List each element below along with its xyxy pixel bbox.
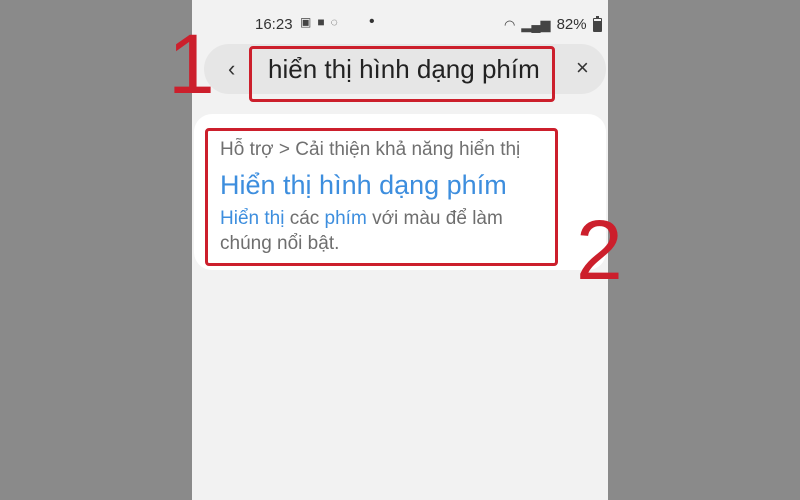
status-dot: • [369, 13, 375, 30]
annotation-box-search [249, 46, 555, 102]
image-icon: ▣ [300, 15, 312, 29]
battery-percent: 82% [556, 16, 587, 33]
back-icon[interactable]: ‹ [228, 56, 235, 82]
signal-icon: ▂▄▆ [521, 16, 551, 32]
status-bar: 16:23 ▣ ■ ◌ • ◠ ▂▄▆ 82% [192, 0, 608, 40]
status-icons-right: ◠ ▂▄▆ 82% [504, 15, 602, 33]
battery-icon [592, 15, 602, 32]
video-call-icon: ■ [317, 15, 325, 29]
wifi-icon: ◠ [504, 16, 516, 32]
viber-icon: ◌ [330, 15, 338, 29]
step-number-2: 2 [576, 203, 623, 297]
status-icons-left: ▣ ■ ◌ [300, 15, 338, 29]
clear-icon[interactable]: × [576, 55, 589, 81]
status-time: 16:23 [255, 16, 293, 33]
annotation-box-result [205, 128, 558, 266]
step-number-1: 1 [168, 17, 215, 111]
